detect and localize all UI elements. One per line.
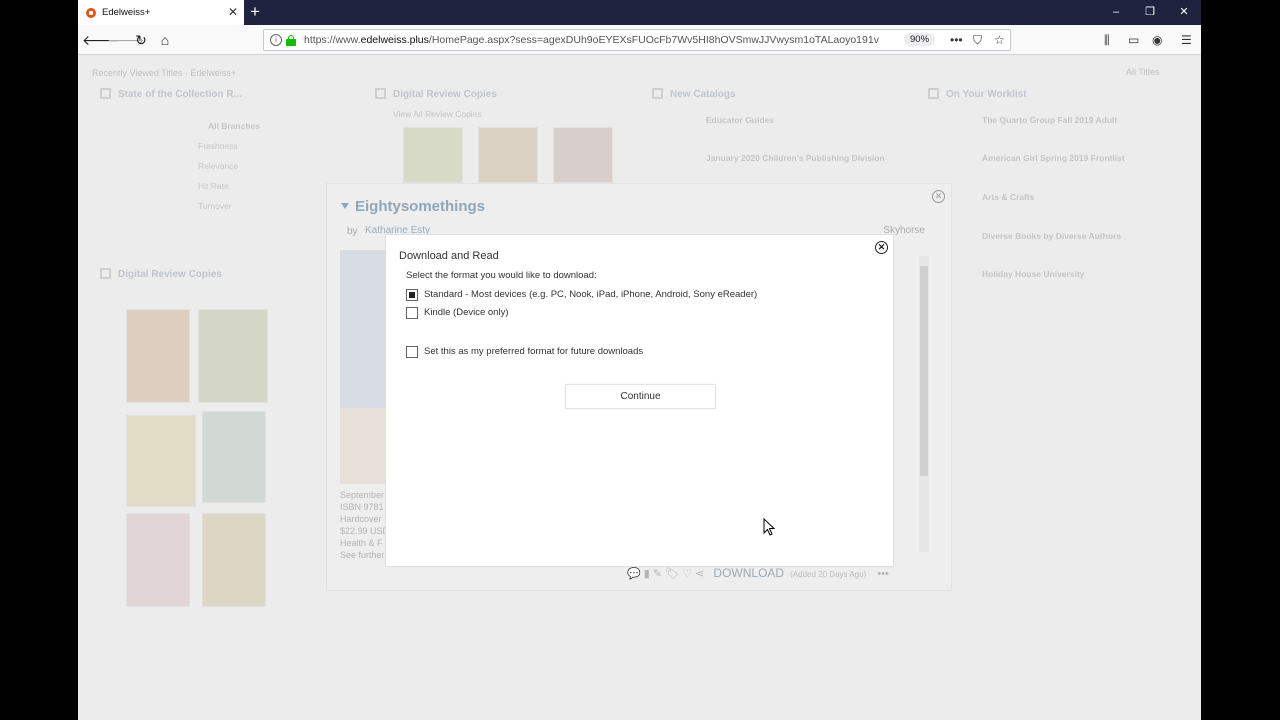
continue-button[interactable]: Continue [565,384,716,409]
forward-button[interactable]: 🡒 [107,30,145,50]
meta-line: $22.99 USD [340,526,390,536]
collapse-triangle-icon[interactable] [341,203,349,209]
more-options-icon[interactable]: ••• [877,568,889,580]
standard-format-label[interactable]: Standard - Most devices (e.g. PC, Nook, … [424,289,757,300]
lock-icon[interactable] [286,35,296,46]
screen: Edelweiss+ ✕ + – ❐ ✕ 🡐 🡒 ↻ ⌂ i https://w… [0,0,1280,720]
tag-icon[interactable]: 🏷 [665,568,679,580]
reload-button[interactable]: ↻ [131,30,151,50]
tab-strip: Edelweiss+ ✕ + – ❐ ✕ [78,0,1201,25]
url-text[interactable]: https://www.edelweiss.plus/HomePage.aspx… [304,34,879,46]
see-further-link[interactable]: See further [340,550,385,560]
home-button[interactable]: ⌂ [155,30,175,50]
share-icon[interactable]: ⋖ [695,568,704,580]
restore-button[interactable]: ❐ [1133,3,1167,21]
book-actions: 💬 ▮ ✎ 🏷 ♡ ⋖ DOWNLOAD (Added 20 Days Ago)… [627,566,889,580]
meta-line: September [340,490,385,500]
library-icon[interactable]: ⫼ [1104,32,1110,48]
back-button[interactable]: 🡐 [82,30,120,50]
meta-line: ISBN 9781 [340,502,384,512]
by-label: by [347,226,358,237]
menu-icon[interactable]: ☰ [1181,32,1192,48]
browser-tab[interactable]: Edelweiss+ ✕ [78,0,244,25]
description-scrollbar[interactable] [919,256,929,552]
format-prompt: Select the format you would like to down… [406,270,597,281]
bookmark-star-icon[interactable]: ☆ [994,33,1005,47]
meta-line: Health & F [340,538,383,548]
comment-icon[interactable]: 💬 [627,568,641,580]
meta-line: Hardcover [340,514,382,524]
edit-icon[interactable]: ✎ [653,568,662,580]
standard-format-option[interactable]: Standard - Most devices (e.g. PC, Nook, … [406,288,757,301]
scrollbar-thumb[interactable] [920,266,928,476]
book-title[interactable]: Eightysomethings [355,198,485,215]
close-window-button[interactable]: ✕ [1167,3,1201,21]
added-date: (Added 20 Days Ago) [790,570,867,579]
sidebar-icon[interactable]: ▭ [1128,32,1139,48]
edelweiss-page: Recently Viewed Titles · Edelweiss+ All … [78,55,1201,720]
info-icon[interactable]: i [270,34,282,46]
nav-bar: 🡐 🡒 ↻ ⌂ i https://www.edelweiss.plus/Hom… [78,25,1201,55]
book-cover[interactable] [340,250,386,408]
preferred-format-label[interactable]: Set this as my preferred format for futu… [424,346,643,357]
url-bar[interactable]: i https://www.edelweiss.plus/HomePage.as… [263,29,1011,51]
zoom-indicator[interactable]: 90% [904,33,936,46]
download-dialog: Download and Read ✕ Select the format yo… [385,234,894,567]
close-dialog-icon[interactable]: ✕ [875,241,888,254]
edelweiss-favicon-icon [86,7,96,18]
standard-format-checkbox[interactable] [406,288,418,301]
browser-window: Edelweiss+ ✕ + – ❐ ✕ 🡐 🡒 ↻ ⌂ i https://w… [78,0,1201,720]
heart-icon[interactable]: ♡ [682,568,692,580]
note-icon[interactable]: ▮ [644,568,650,580]
download-button[interactable]: DOWNLOAD [713,566,784,580]
account-icon[interactable]: ◉ [1152,32,1162,48]
new-tab-button[interactable]: + [250,2,260,22]
kindle-format-label[interactable]: Kindle (Device only) [424,307,508,318]
book-cover-secondary[interactable] [340,408,386,484]
preferred-format-checkbox[interactable] [406,345,418,358]
minimize-button[interactable]: – [1099,3,1133,21]
dialog-title: Download and Read [399,250,499,262]
pocket-icon[interactable]: ⛉ [973,33,982,47]
tab-title: Edelweiss+ [102,7,151,18]
close-tab-icon[interactable]: ✕ [228,5,238,19]
preferred-format-option[interactable]: Set this as my preferred format for futu… [406,345,643,358]
page-actions-icon[interactable]: ••• [950,33,963,47]
close-icon[interactable]: ✕ [932,190,945,203]
kindle-format-checkbox[interactable] [406,306,418,319]
kindle-format-option[interactable]: Kindle (Device only) [406,306,508,319]
